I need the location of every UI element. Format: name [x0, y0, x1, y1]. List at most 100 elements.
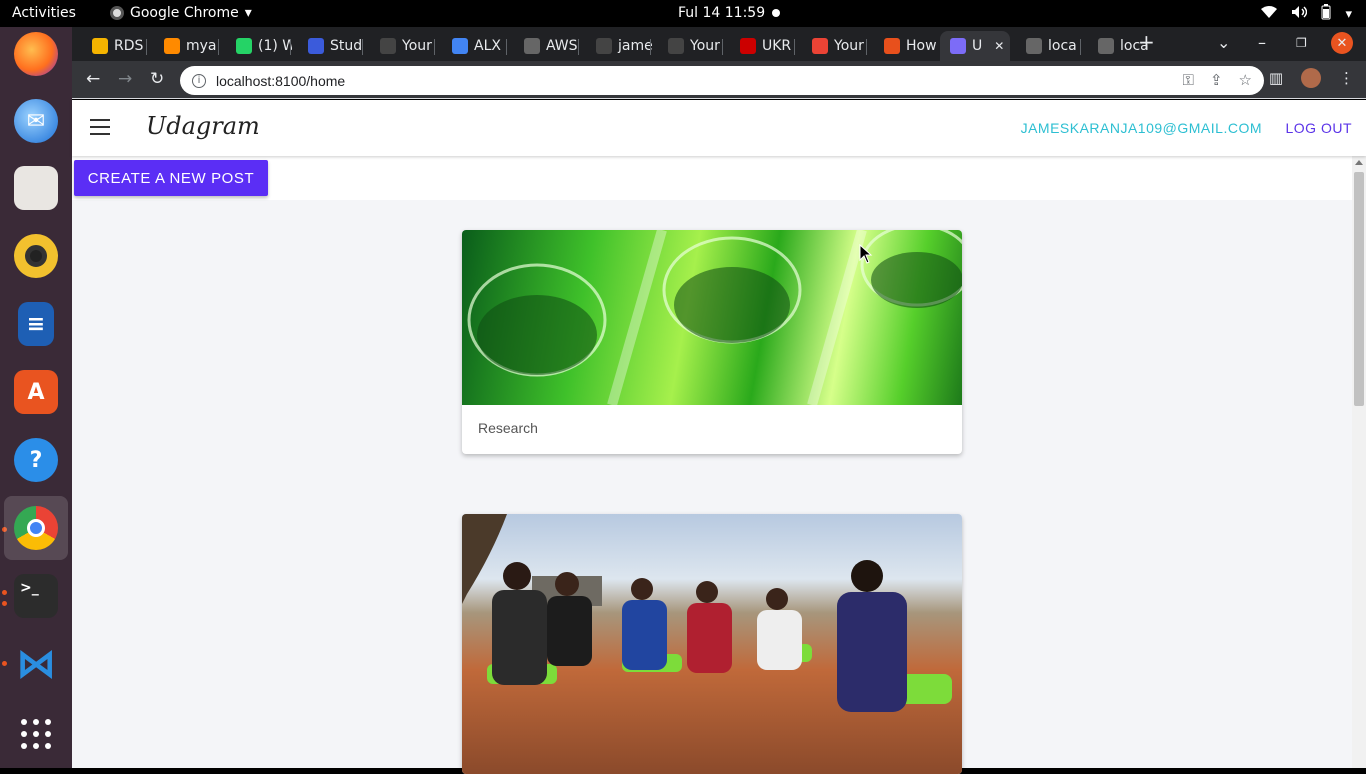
feed-item[interactable]: Research — [462, 230, 962, 454]
writer-icon: ≡ — [18, 302, 54, 346]
user-email-link[interactable]: JAMESKARANJA109@GMAIL.COM — [1021, 120, 1262, 136]
dock-app-center[interactable]: A — [4, 360, 68, 424]
tab-separator — [506, 39, 507, 55]
profile-avatar[interactable] — [1301, 68, 1321, 88]
feed-item-image — [462, 230, 962, 405]
forward-button[interactable]: → — [118, 69, 132, 89]
logout-button[interactable]: LOG OUT — [1285, 120, 1352, 136]
share-icon[interactable]: ⇪ — [1210, 71, 1223, 89]
reload-button[interactable]: ↻ — [150, 69, 164, 89]
close-window-button[interactable]: ✕ — [1331, 32, 1353, 54]
browser-tab[interactable]: U ✕ — [940, 31, 1010, 61]
browser-tab[interactable]: Stud — [292, 31, 364, 61]
app-brand[interactable]: Udagram — [146, 112, 260, 140]
tab-favicon-icon — [92, 38, 108, 54]
dock-files[interactable] — [4, 156, 68, 220]
dock-show-apps[interactable] — [4, 702, 68, 766]
tab-title: loca — [1048, 38, 1077, 54]
tab-title: (1) W — [258, 38, 292, 54]
tab-favicon-icon — [740, 38, 756, 54]
tab-title: Your — [402, 38, 432, 54]
dock-vscode[interactable]: ⋈ — [4, 632, 68, 696]
browser-tab[interactable]: AWS — [508, 31, 580, 61]
back-button[interactable]: ← — [86, 69, 100, 89]
dock-writer[interactable]: ≡ — [4, 292, 68, 356]
dock-chrome[interactable] — [4, 496, 68, 560]
kebab-menu-icon[interactable]: ⋮ — [1339, 69, 1354, 87]
tab-title: Stud — [330, 38, 363, 54]
scrollbar[interactable] — [1352, 156, 1366, 768]
tab-title: Your — [834, 38, 864, 54]
browser-tab[interactable]: jame — [580, 31, 652, 61]
browser-tab[interactable]: How — [868, 31, 940, 61]
tab-title: UKR — [762, 38, 792, 54]
tab-favicon-icon — [1026, 38, 1042, 54]
site-info-icon[interactable]: i — [192, 73, 206, 88]
tab-strip: RDS mya (1) W Stud Your ALX AWS jame Your UKR Your… — [72, 27, 1366, 61]
browser-tab[interactable]: loca — [1010, 31, 1082, 61]
activities-button[interactable]: Activities — [12, 5, 76, 21]
browser-tab[interactable]: ALX — [436, 31, 508, 61]
feed-item-image — [462, 514, 962, 774]
web-page: Udagram JAMESKARANJA109@GMAIL.COM LOG OU… — [72, 100, 1366, 774]
app-name: Google Chrome — [130, 5, 239, 21]
wifi-icon — [1261, 5, 1278, 23]
rhythmbox-icon — [14, 234, 58, 278]
hamburger-menu-icon[interactable] — [90, 119, 110, 135]
firefox-icon — [14, 32, 58, 76]
close-tab-icon[interactable]: ✕ — [994, 39, 1004, 53]
tab-search-button[interactable]: ⌄ — [1217, 33, 1230, 52]
tab-separator — [362, 39, 363, 55]
browser-tab[interactable]: Your — [364, 31, 436, 61]
address-bar-url[interactable]: localhost:8100/home — [216, 73, 345, 89]
dock-firefox[interactable] — [4, 22, 68, 86]
bookmark-star-icon[interactable]: ☆ — [1239, 71, 1252, 89]
system-tray[interactable]: ▾ — [1261, 4, 1352, 24]
tab-favicon-icon — [236, 38, 252, 54]
tab-title: ALX — [474, 38, 501, 54]
tab-favicon-icon — [164, 38, 180, 54]
app-header: Udagram JAMESKARANJA109@GMAIL.COM LOG OU… — [72, 100, 1366, 156]
tab-favicon-icon — [884, 38, 900, 54]
mouse-cursor-icon — [859, 243, 873, 268]
browser-tab[interactable]: (1) W — [220, 31, 292, 61]
browser-tab[interactable]: Your — [796, 31, 868, 61]
minimize-button[interactable]: – — [1258, 33, 1266, 52]
files-icon — [14, 166, 58, 210]
scroll-up-arrow-icon[interactable] — [1355, 160, 1363, 165]
tab-favicon-icon — [380, 38, 396, 54]
feed-item[interactable] — [462, 514, 962, 774]
vscode-icon: ⋈ — [16, 641, 56, 687]
dock-thunderbird[interactable]: ✉ — [4, 89, 68, 153]
terminal-icon: >_ — [14, 574, 58, 618]
tab-favicon-icon — [524, 38, 540, 54]
notification-dot — [772, 9, 780, 17]
battery-icon — [1321, 4, 1331, 24]
tab-separator — [146, 39, 147, 55]
tab-separator — [650, 39, 651, 55]
tab-title: mya — [186, 38, 217, 54]
browser-tab[interactable]: Your — [652, 31, 724, 61]
tab-favicon-icon — [812, 38, 828, 54]
clock[interactable]: Ful 14 11:59 — [678, 5, 765, 21]
thunderbird-icon: ✉ — [14, 99, 58, 143]
scrollbar-thumb[interactable] — [1354, 172, 1364, 406]
browser-tab[interactable]: mya — [148, 31, 220, 61]
browser-tab[interactable]: UKR — [724, 31, 796, 61]
key-icon[interactable]: ⚿ — [1183, 71, 1194, 89]
create-post-button[interactable]: CREATE A NEW POST — [74, 160, 268, 196]
tab-separator — [434, 39, 435, 55]
side-panel-icon[interactable]: ▥ — [1269, 69, 1283, 87]
tab-title: AWS — [546, 38, 578, 54]
app-menu[interactable]: Google Chrome ▾ — [110, 5, 252, 21]
feed-item-caption: Research — [478, 420, 538, 436]
new-tab-button[interactable]: + — [1138, 30, 1155, 54]
restore-button[interactable]: ❐ — [1296, 36, 1307, 50]
dock-help[interactable]: ? — [4, 428, 68, 492]
tab-separator — [794, 39, 795, 55]
address-bar[interactable]: i localhost:8100/home ⚿ ⇪ ☆ — [180, 66, 1264, 95]
dock-rhythmbox[interactable] — [4, 224, 68, 288]
dock-terminal[interactable]: >_ — [4, 564, 68, 628]
browser-tab[interactable]: RDS — [76, 31, 148, 61]
feed-content: CREATE A NEW POST Research — [72, 156, 1352, 774]
